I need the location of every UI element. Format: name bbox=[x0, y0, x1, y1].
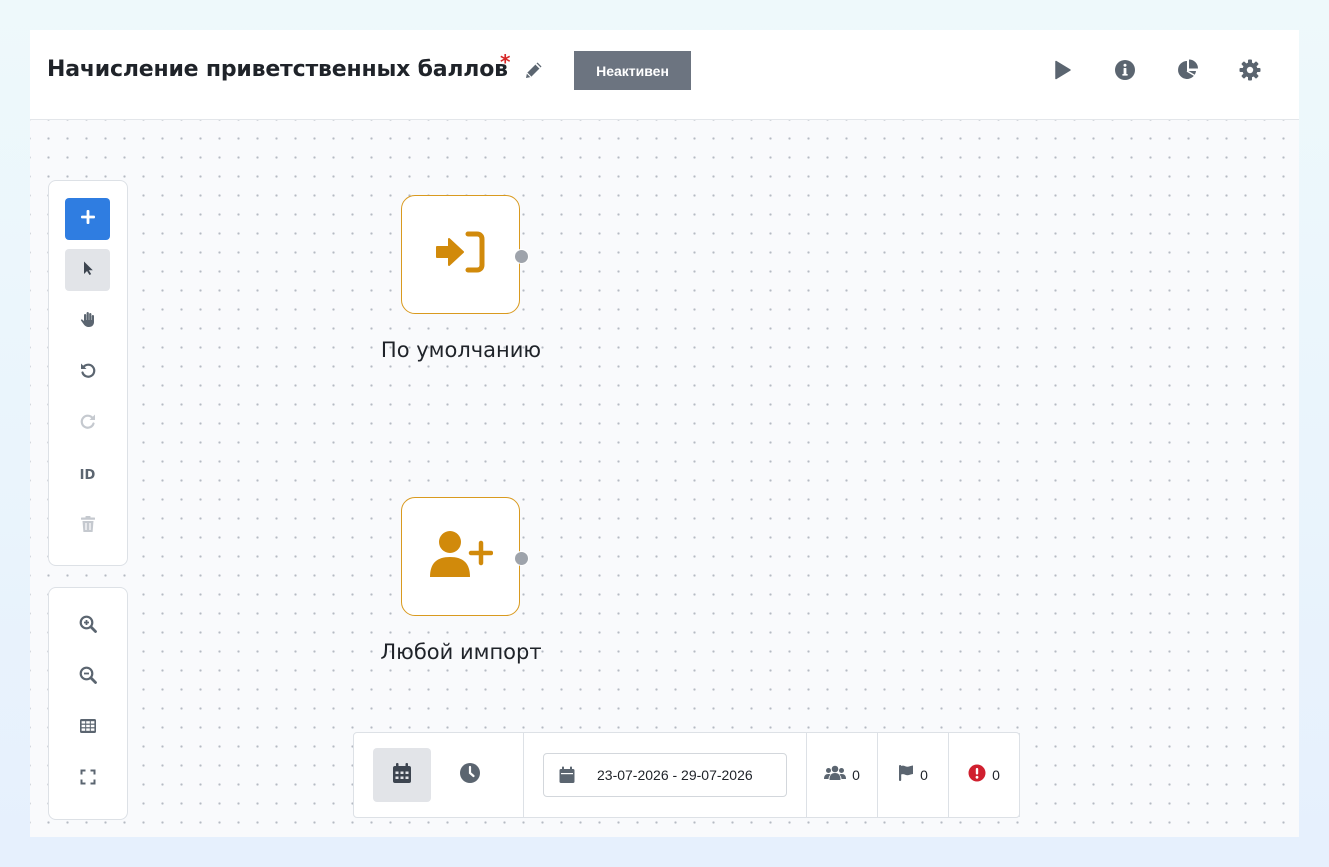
date-range-section: 23-07-2026 - 29-07-2026 bbox=[524, 733, 807, 817]
pointer-icon bbox=[80, 260, 96, 281]
participants-count: 0 bbox=[852, 767, 860, 783]
pie-chart-icon bbox=[1176, 58, 1200, 87]
redo-icon bbox=[79, 412, 97, 435]
zoom-out-icon bbox=[79, 666, 97, 689]
stats-bar: 23-07-2026 - 29-07-2026 0 0 0 bbox=[353, 732, 1020, 818]
goals-count: 0 bbox=[920, 767, 928, 783]
view-toolbar bbox=[48, 587, 128, 820]
run-button[interactable] bbox=[1043, 53, 1081, 91]
grid-button[interactable] bbox=[65, 707, 110, 749]
participants-stat[interactable]: 0 bbox=[807, 733, 878, 817]
pan-tool-button[interactable] bbox=[65, 300, 110, 342]
fullscreen-icon bbox=[80, 769, 96, 790]
zoom-out-button[interactable] bbox=[65, 656, 110, 698]
select-tool-button[interactable] bbox=[65, 249, 110, 291]
users-icon bbox=[824, 765, 847, 786]
date-range-value: 23-07-2026 - 29-07-2026 bbox=[597, 767, 753, 783]
grid-icon bbox=[79, 718, 97, 739]
node-label: По умолчанию bbox=[380, 338, 542, 362]
calendar-icon bbox=[559, 766, 575, 789]
flow-node-any-import[interactable] bbox=[401, 497, 520, 616]
add-node-button[interactable] bbox=[65, 198, 110, 240]
errors-count: 0 bbox=[992, 767, 1000, 783]
hand-icon bbox=[79, 310, 97, 333]
workflow-canvas[interactable]: ID По умолчанию Любой импорт 23-07-2026 … bbox=[30, 120, 1299, 837]
zoom-in-button[interactable] bbox=[65, 605, 110, 647]
info-button[interactable] bbox=[1106, 53, 1144, 91]
zoom-in-icon bbox=[79, 615, 97, 638]
errors-stat[interactable]: 0 bbox=[949, 733, 1020, 817]
fit-view-button[interactable] bbox=[65, 758, 110, 800]
calendar-mode-button[interactable] bbox=[373, 748, 431, 802]
settings-button[interactable] bbox=[1231, 53, 1269, 91]
undo-icon bbox=[79, 361, 97, 384]
flow-node-default[interactable] bbox=[401, 195, 520, 314]
node-output-port[interactable] bbox=[514, 551, 529, 566]
node-output-port[interactable] bbox=[514, 249, 529, 264]
pencil-icon[interactable] bbox=[522, 58, 546, 82]
required-mark: * bbox=[500, 50, 511, 74]
edit-toolbar: ID bbox=[48, 180, 128, 566]
redo-button[interactable] bbox=[65, 402, 110, 444]
flag-icon bbox=[898, 764, 914, 787]
info-icon bbox=[1114, 59, 1136, 86]
node-label: Любой импорт bbox=[380, 640, 542, 664]
clock-icon bbox=[459, 762, 481, 789]
trash-icon bbox=[80, 515, 96, 538]
status-badge: Неактивен bbox=[574, 51, 691, 90]
realtime-mode-button[interactable] bbox=[441, 748, 499, 802]
gear-icon bbox=[1238, 58, 1262, 87]
play-icon bbox=[1051, 59, 1073, 86]
date-range-picker[interactable]: 23-07-2026 - 29-07-2026 bbox=[543, 753, 787, 797]
delete-button[interactable] bbox=[65, 505, 110, 547]
plus-icon bbox=[79, 208, 97, 231]
calendar-icon bbox=[392, 762, 412, 789]
user-plus-icon bbox=[429, 529, 493, 584]
header: Начисление приветственных баллов * Неакт… bbox=[30, 30, 1299, 120]
id-label: ID bbox=[79, 467, 96, 483]
view-mode-switch bbox=[354, 733, 524, 817]
analytics-button[interactable] bbox=[1169, 53, 1207, 91]
show-id-button[interactable]: ID bbox=[65, 454, 110, 496]
goals-stat[interactable]: 0 bbox=[878, 733, 949, 817]
error-icon bbox=[968, 764, 986, 787]
app-frame: Начисление приветственных баллов * Неакт… bbox=[30, 30, 1299, 837]
undo-button[interactable] bbox=[65, 351, 110, 393]
page-title: Начисление приветственных баллов bbox=[47, 57, 508, 82]
sign-in-icon bbox=[435, 230, 487, 279]
